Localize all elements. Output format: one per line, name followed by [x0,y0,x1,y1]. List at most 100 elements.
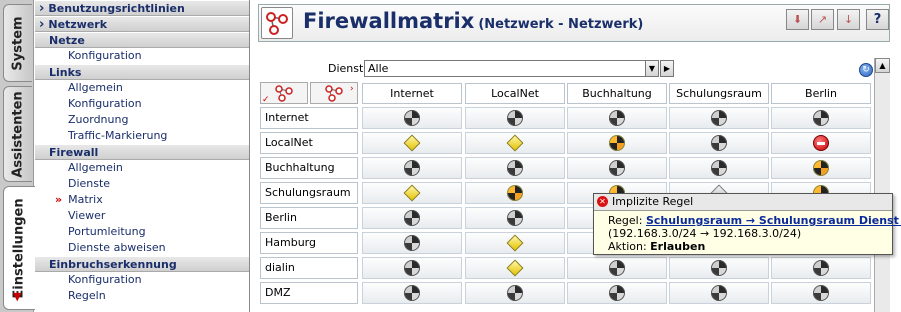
matrix-cell[interactable] [362,182,462,204]
nav-item-5-0[interactable]: Konfiguration [35,272,249,288]
dienst-dropdown-button[interactable]: ▼ [645,60,659,77]
main-panel: Firewallmatrix (Netzwerk - Netzwerk) ⬇ ↗ … [252,0,901,312]
matrix-cell[interactable] [465,157,565,179]
rule-default-icon [507,110,523,126]
import-icon: ⬇ [792,13,803,26]
matrix-cell[interactable] [362,107,462,129]
column-header[interactable]: Schulungsraum [669,83,769,104]
vertical-scrollbar[interactable]: ▲ [874,58,890,312]
chevron-down-icon: ▼ [648,64,656,73]
rule-default-icon [404,235,420,251]
column-header[interactable]: Internet [362,83,462,104]
nav-item-4-0[interactable]: Allgemein [35,160,249,176]
nav-section-4[interactable]: Firewall [35,144,249,160]
rule-default-icon [507,160,523,176]
matrix-cell[interactable] [669,132,769,154]
row-header[interactable]: LocalNet [260,132,358,154]
column-header[interactable]: Buchhaltung [567,83,667,104]
nav-item-3-3[interactable]: Traffic-Markierung [35,128,249,144]
matrix-cell[interactable] [567,107,667,129]
matrix-cell[interactable] [362,207,462,229]
matrix-cell[interactable] [465,182,565,204]
matrix-cell[interactable] [567,257,667,279]
matrix-cell[interactable] [771,157,871,179]
nav-item-4-5[interactable]: Dienste abweisen [35,240,249,256]
matrix-cell[interactable] [669,257,769,279]
matrix-cell[interactable] [669,157,769,179]
chevron-right-icon: ▶ [663,64,671,73]
matrix-cell[interactable] [465,232,565,254]
matrix-cell[interactable] [771,257,871,279]
scroll-up-icon[interactable]: ▲ [875,58,890,73]
view-source-tab[interactable]: ✓ [260,82,308,105]
svg-text:›: › [350,84,354,94]
matrix-cell[interactable] [362,232,462,254]
row-header[interactable]: Buchhaltung [260,157,358,179]
rule-default-icon [404,110,420,126]
nav-item-4-2[interactable]: Matrix [35,192,249,208]
row-header[interactable]: Internet [260,107,358,129]
row-header[interactable]: Hamburg [260,232,358,254]
rule-deny-icon [813,135,829,151]
row-header[interactable]: Berlin [260,207,358,229]
row-header[interactable]: DMZ [260,282,358,304]
nav-item-4-3[interactable]: Viewer [35,208,249,224]
nav-section-5[interactable]: Einbruchserkennung [35,256,249,272]
page-title: Firewallmatrix (Netzwerk - Netzwerk) [303,9,643,33]
matrix-cell[interactable] [465,282,565,304]
tab-system[interactable]: System [3,4,32,82]
matrix-cell[interactable] [771,282,871,304]
page-title-text: Firewallmatrix [303,9,475,33]
rule-default-icon [507,285,523,301]
view-destination-tab[interactable]: › [310,82,358,104]
dienst-label: Dienst [328,62,364,75]
matrix-cell[interactable] [567,282,667,304]
nav-item-4-1[interactable]: Dienste [35,176,249,192]
row-header[interactable]: Schulungsraum [260,182,358,204]
refresh-icon[interactable]: ↻ [859,63,873,77]
matrix-cell[interactable] [567,157,667,179]
matrix-cell[interactable] [465,257,565,279]
column-header[interactable]: LocalNet [465,83,565,104]
nav-item-3-2[interactable]: Zuordnung [35,112,249,128]
tab-assistenten[interactable]: Assistenten [3,86,32,182]
matrix-cell[interactable] [362,257,462,279]
dienst-next-button[interactable]: ▶ [660,60,674,77]
nav-section-3[interactable]: Links [35,64,249,80]
rule-link[interactable]: Schulungsraum → Schulungsraum Dienst any [646,214,901,227]
matrix-cell[interactable] [362,157,462,179]
export-button[interactable]: ↗ [811,9,834,30]
matrix-cell[interactable] [669,107,769,129]
matrix-cell[interactable] [567,132,667,154]
left-navigation: BenutzungsrichtlinienNetzwerkNetzeKonfig… [35,0,250,312]
matrix-cell[interactable] [465,107,565,129]
tab-einstellungen[interactable]: Einstellungen ▼ [3,186,35,310]
help-button[interactable]: ? [866,9,889,30]
matrix-cell[interactable] [465,132,565,154]
column-header[interactable]: Berlin [771,83,871,104]
nav-item-2-0[interactable]: Konfiguration [35,48,249,64]
matrix-cell[interactable] [669,282,769,304]
import-button[interactable]: ⬇ [786,9,809,30]
nav-item-3-0[interactable]: Allgemein [35,80,249,96]
matrix-cell[interactable] [771,132,871,154]
close-icon[interactable]: ✕ [597,196,608,207]
row-header[interactable]: dialin [260,257,358,279]
nav-section-0[interactable]: Benutzungsrichtlinien [35,0,249,16]
tooltip-action-prefix: Aktion: [608,240,647,253]
download-button[interactable]: ↓ [837,9,860,30]
download-icon: ↓ [843,13,854,26]
nav-item-4-4[interactable]: Portumleitung [35,224,249,240]
matrix-cell[interactable] [465,207,565,229]
rule-default-icon [609,260,625,276]
firewall-matrix-icon [261,7,293,39]
matrix-cell[interactable] [771,107,871,129]
nav-item-3-1[interactable]: Konfiguration [35,96,249,112]
nav-section-2[interactable]: Netze [35,32,249,48]
dienst-select[interactable]: Alle [364,60,646,77]
nav-item-5-1[interactable]: Regeln [35,288,249,304]
matrix-cell[interactable] [362,282,462,304]
nav-section-1[interactable]: Netzwerk [35,16,249,32]
matrix-cell[interactable] [362,132,462,154]
export-icon: ↗ [817,13,828,26]
